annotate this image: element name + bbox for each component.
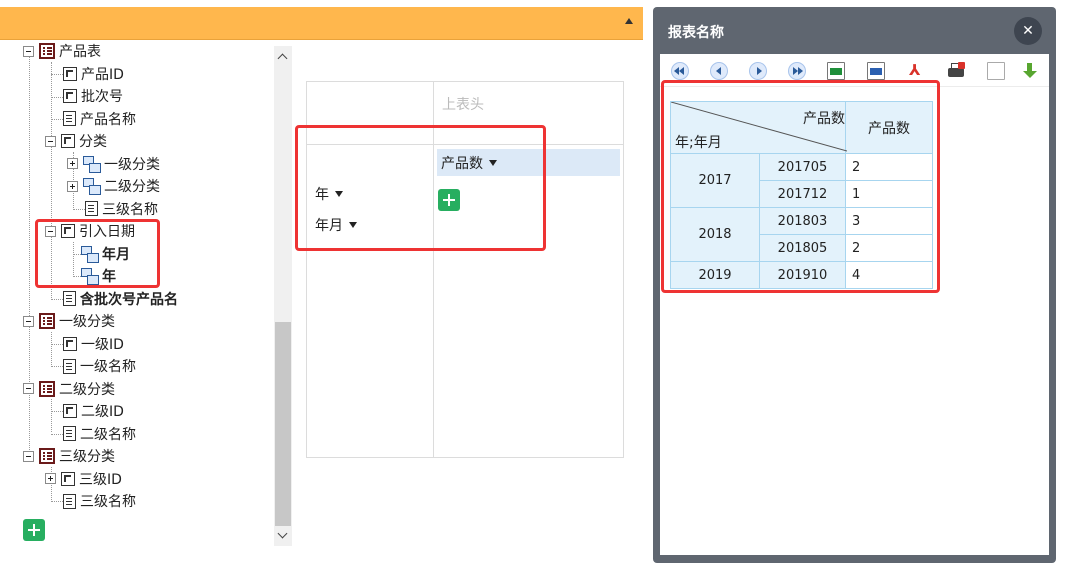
tree-node[interactable]: 二级ID bbox=[63, 400, 124, 422]
collapse-toggle-icon[interactable] bbox=[23, 383, 34, 394]
tree-node-label: 分类 bbox=[79, 134, 107, 150]
measure-field-icon bbox=[63, 358, 76, 374]
tree-node[interactable]: 一级名称 bbox=[63, 355, 136, 377]
tree-node-label: 产品ID bbox=[81, 66, 124, 83]
export-excel-icon[interactable] bbox=[827, 62, 845, 80]
highlight-box-designer bbox=[295, 125, 546, 251]
next-page-icon[interactable] bbox=[749, 62, 767, 80]
table-icon bbox=[39, 380, 55, 397]
dimension-field-icon bbox=[63, 404, 77, 418]
tree-node-label: 三级ID bbox=[79, 471, 122, 488]
table-icon bbox=[39, 313, 55, 329]
tree-node[interactable]: 产品名称 bbox=[63, 108, 136, 130]
panel-header-bar bbox=[0, 7, 643, 40]
measure-field-icon bbox=[85, 201, 98, 216]
download-icon[interactable] bbox=[1021, 62, 1039, 80]
tree-node[interactable]: 二级名称 bbox=[63, 423, 136, 445]
tree-node[interactable]: 三级名称 bbox=[63, 490, 136, 512]
dimension-field-icon bbox=[63, 336, 77, 351]
field-tree: 产品表 产品ID 批次号 产品名称 分类 一级分类 二级分类 三级名称 引入日期 年月年含批次号产… bbox=[0, 40, 275, 546]
scroll-up-icon[interactable] bbox=[277, 53, 288, 64]
tree-node[interactable]: 三级ID bbox=[45, 468, 122, 490]
measure-field-icon bbox=[63, 291, 76, 306]
tree-node-label: 产品名称 bbox=[80, 111, 136, 128]
tree-node[interactable]: 批次号 bbox=[63, 85, 123, 107]
measure-field-icon bbox=[63, 111, 76, 126]
tree-node-label: 三级名称 bbox=[80, 494, 136, 510]
measure-field-icon bbox=[63, 426, 76, 441]
hierarchy-icon bbox=[83, 155, 101, 173]
highlight-box-date-fields bbox=[35, 219, 160, 288]
tree-node-label: 二级ID bbox=[81, 404, 124, 420]
collapse-toggle-icon[interactable] bbox=[23, 450, 34, 462]
collapse-toggle-icon[interactable] bbox=[23, 315, 34, 327]
tree-node-label: 含批次号产品名 bbox=[80, 291, 178, 308]
scroll-down-icon[interactable] bbox=[277, 528, 288, 539]
tree-scrollbar[interactable] bbox=[274, 46, 292, 546]
tree-node[interactable]: 三级分类 bbox=[23, 445, 115, 467]
expand-toggle-icon[interactable] bbox=[67, 158, 78, 169]
dimension-field-icon bbox=[63, 66, 77, 81]
tree-node[interactable]: 分类 bbox=[45, 130, 107, 152]
prev-page-icon[interactable] bbox=[710, 62, 728, 80]
hierarchy-icon bbox=[83, 178, 101, 195]
tree-node[interactable]: 一级分类 bbox=[23, 310, 115, 332]
tree-node-label: 三级分类 bbox=[59, 449, 115, 465]
tree-node-label: 三级名称 bbox=[102, 201, 158, 218]
collapse-up-icon[interactable] bbox=[625, 18, 633, 24]
tree-node[interactable]: 二级分类 bbox=[67, 175, 160, 197]
export-pdf-icon[interactable]: ⅄ bbox=[907, 62, 925, 80]
close-button[interactable]: ✕ bbox=[1014, 17, 1042, 45]
tree-node-label: 二级分类 bbox=[104, 179, 160, 195]
table-icon bbox=[39, 43, 55, 59]
tree-node[interactable]: 三级名称 bbox=[85, 198, 158, 220]
tree-node-label: 一级名称 bbox=[80, 359, 136, 375]
tree-node-label: 批次号 bbox=[81, 89, 123, 105]
add-field-button[interactable] bbox=[23, 519, 45, 541]
tree-node-label: 二级分类 bbox=[59, 381, 115, 398]
dimension-field-icon bbox=[61, 134, 75, 148]
export-text-icon[interactable] bbox=[987, 62, 1005, 80]
dialog-title: 报表名称 bbox=[668, 25, 724, 41]
tree-node[interactable]: 一级分类 bbox=[67, 153, 160, 175]
measure-field-icon bbox=[63, 493, 76, 509]
print-icon[interactable] bbox=[947, 62, 965, 80]
tree-node[interactable]: 产品ID bbox=[63, 63, 124, 85]
expand-toggle-icon[interactable] bbox=[67, 180, 78, 192]
highlight-box-preview bbox=[661, 80, 940, 293]
export-word-icon[interactable] bbox=[867, 62, 885, 80]
collapse-toggle-icon[interactable] bbox=[23, 45, 34, 57]
tree-node[interactable]: 含批次号产品名 bbox=[63, 288, 178, 310]
tree-node-label: 一级ID bbox=[81, 336, 124, 353]
first-page-icon[interactable] bbox=[671, 62, 689, 80]
tree-node[interactable]: 产品表 bbox=[23, 40, 101, 62]
tree-node[interactable]: 二级分类 bbox=[23, 378, 115, 400]
dimension-field-icon bbox=[63, 89, 77, 103]
field-panel: 产品表 产品ID 批次号 产品名称 分类 一级分类 二级分类 三级名称 引入日期 年月年含批次号产… bbox=[0, 0, 643, 572]
tree-node[interactable]: 一级ID bbox=[63, 333, 124, 355]
scroll-thumb[interactable] bbox=[275, 322, 291, 526]
table-icon bbox=[39, 448, 55, 464]
tree-node-label: 二级名称 bbox=[80, 426, 136, 443]
expand-toggle-icon[interactable] bbox=[45, 473, 56, 484]
dimension-field-icon bbox=[61, 471, 75, 486]
tree-node-label: 一级分类 bbox=[104, 156, 160, 173]
tree-node-label: 一级分类 bbox=[59, 314, 115, 330]
last-page-icon[interactable] bbox=[788, 62, 806, 80]
tree-node-label: 产品表 bbox=[59, 44, 101, 60]
collapse-toggle-icon[interactable] bbox=[45, 135, 56, 147]
column-header-dropzone[interactable]: 上表头 bbox=[442, 94, 484, 114]
